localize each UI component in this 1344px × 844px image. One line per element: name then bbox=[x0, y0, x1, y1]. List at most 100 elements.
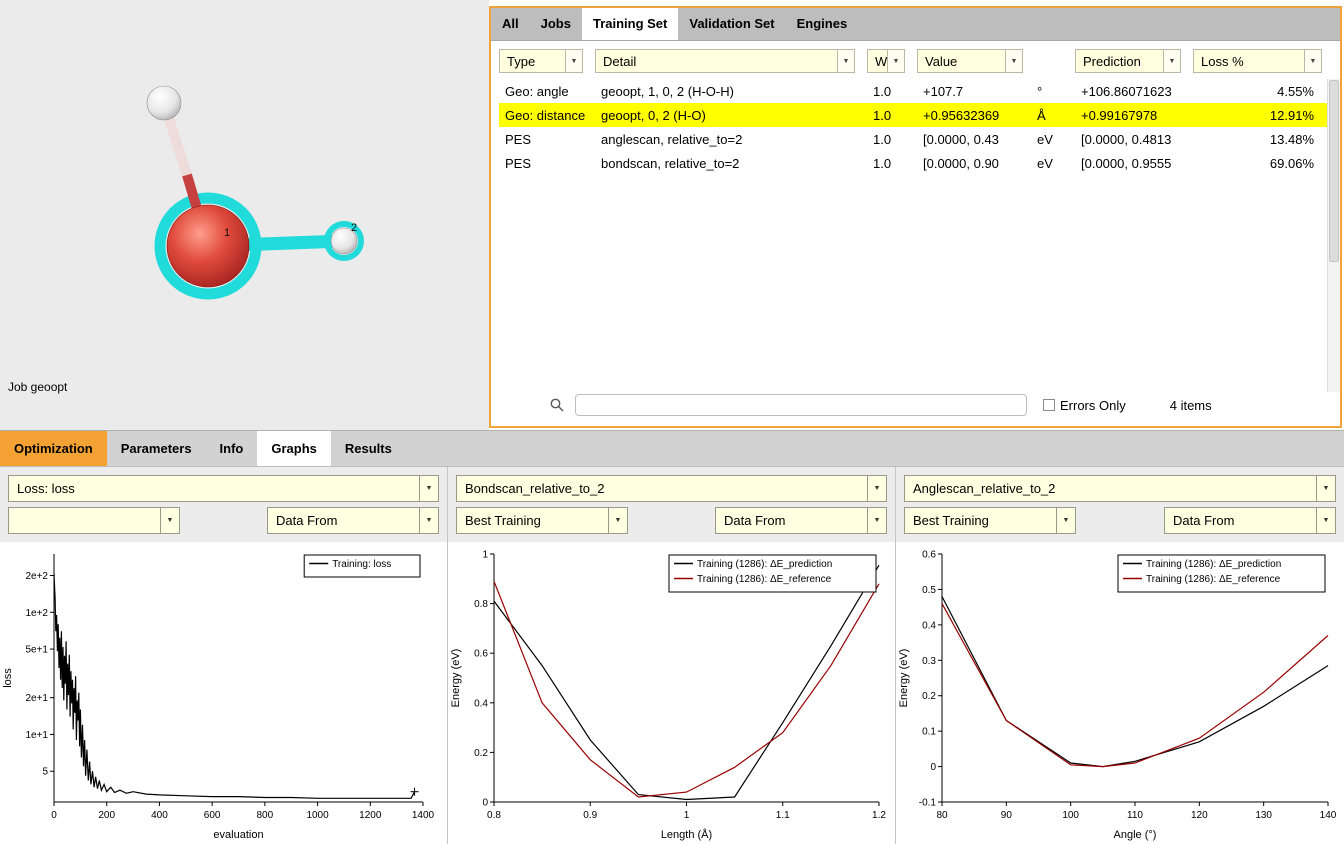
svg-text:1400: 1400 bbox=[412, 810, 435, 821]
svg-text:Training: loss: Training: loss bbox=[332, 559, 391, 570]
svg-text:140: 140 bbox=[1320, 810, 1337, 821]
tab-parameters[interactable]: Parameters bbox=[107, 431, 206, 466]
errors-only-checkbox[interactable] bbox=[1043, 399, 1055, 411]
errors-only-label: Errors Only bbox=[1060, 398, 1126, 413]
tab-jobs[interactable]: Jobs bbox=[530, 8, 582, 40]
svg-text:1: 1 bbox=[684, 810, 690, 821]
column-header-type[interactable]: Type ▼ bbox=[499, 49, 583, 73]
anglescan-chart[interactable]: 8090100110120130140-0.100.10.20.30.40.50… bbox=[896, 542, 1344, 844]
search-input[interactable] bbox=[575, 394, 1027, 416]
chevron-down-icon[interactable]: ▼ bbox=[608, 508, 627, 533]
bondscan-data-from-select[interactable]: Data From ▼ bbox=[715, 507, 887, 534]
bondscan-graph-select[interactable]: Bondscan_relative_to_2 ▼ bbox=[456, 475, 887, 502]
tab-training-set[interactable]: Training Set bbox=[582, 8, 678, 40]
top-region: 1 2 Job geoopt All Jobs Training Set Val… bbox=[0, 0, 1344, 430]
loss-graph-select[interactable]: Loss: loss ▼ bbox=[8, 475, 439, 502]
svg-text:800: 800 bbox=[257, 810, 274, 821]
tab-validation-set[interactable]: Validation Set bbox=[678, 8, 785, 40]
svg-text:1000: 1000 bbox=[306, 810, 329, 821]
column-header-unit-spacer bbox=[1035, 49, 1075, 73]
value-filter-arrow-icon[interactable]: ▼ bbox=[1005, 50, 1022, 72]
chevron-down-icon[interactable]: ▼ bbox=[867, 508, 886, 533]
tab-info[interactable]: Info bbox=[206, 431, 258, 466]
molecule-canvas[interactable]: 1 2 bbox=[0, 0, 489, 430]
table-scrollbar[interactable] bbox=[1327, 79, 1340, 392]
bondscan-chart[interactable]: 0.80.911.11.200.20.40.60.81Length (Å)Ene… bbox=[448, 542, 895, 844]
graph-panel-anglescan: Anglescan_relative_to_2 ▼ Best Training … bbox=[896, 467, 1344, 844]
svg-text:0.1: 0.1 bbox=[922, 727, 936, 738]
anglescan-data-from-select[interactable]: Data From ▼ bbox=[1164, 507, 1336, 534]
viewer-status-label: Job geoopt bbox=[8, 380, 67, 394]
type-filter-arrow-icon[interactable]: ▼ bbox=[565, 50, 582, 72]
w-filter-arrow-icon[interactable]: ▼ bbox=[887, 50, 904, 72]
column-header-prediction[interactable]: Prediction ▼ bbox=[1075, 49, 1181, 73]
anglescan-graph-select[interactable]: Anglescan_relative_to_2 ▼ bbox=[904, 475, 1336, 502]
svg-text:Energy (eV): Energy (eV) bbox=[898, 649, 910, 708]
svg-text:0.8: 0.8 bbox=[474, 599, 488, 610]
chevron-down-icon[interactable]: ▼ bbox=[1316, 508, 1335, 533]
svg-text:2e+2: 2e+2 bbox=[25, 571, 48, 582]
svg-text:0.3: 0.3 bbox=[922, 656, 936, 667]
atom-label-hydrogen-2: 2 bbox=[351, 222, 357, 234]
table-row[interactable]: PES anglescan, relative_to=2 1.0 [0.0000… bbox=[499, 127, 1340, 151]
loss-data-from-select[interactable]: Data From ▼ bbox=[267, 507, 439, 534]
loss-chart[interactable]: 020040060080010001200140051e+12e+15e+11e… bbox=[0, 542, 447, 844]
svg-text:Training (1286): ΔE_reference: Training (1286): ΔE_reference bbox=[1146, 574, 1281, 585]
svg-text:110: 110 bbox=[1127, 810, 1143, 821]
svg-text:200: 200 bbox=[98, 810, 115, 821]
svg-text:100: 100 bbox=[1062, 810, 1079, 821]
svg-text:80: 80 bbox=[936, 810, 948, 821]
graph-panel-loss: Loss: loss ▼ ▼ Data From ▼ 0200400600800… bbox=[0, 467, 448, 844]
search-icon bbox=[549, 397, 565, 413]
bottom-region: Optimization Parameters Info Graphs Resu… bbox=[0, 430, 1344, 844]
tab-all[interactable]: All bbox=[491, 8, 530, 40]
chevron-down-icon[interactable]: ▼ bbox=[1056, 508, 1075, 533]
anglescan-filter-select[interactable]: Best Training ▼ bbox=[904, 507, 1076, 534]
svg-text:1e+2: 1e+2 bbox=[25, 608, 48, 619]
column-header-detail[interactable]: Detail ▼ bbox=[595, 49, 855, 73]
molecule-viewer[interactable]: 1 2 Job geoopt bbox=[0, 0, 489, 430]
svg-text:600: 600 bbox=[204, 810, 221, 821]
svg-text:Angle (°): Angle (°) bbox=[1114, 829, 1157, 841]
atom-oxygen[interactable] bbox=[167, 205, 249, 287]
column-header-value[interactable]: Value ▼ bbox=[917, 49, 1023, 73]
table-header-row: Type ▼ Detail ▼ W ▼ Value ▼ Prediction ▼… bbox=[491, 41, 1340, 79]
table-row[interactable]: PES bondscan, relative_to=2 1.0 [0.0000,… bbox=[499, 151, 1340, 175]
svg-text:90: 90 bbox=[1001, 810, 1013, 821]
chevron-down-icon[interactable]: ▼ bbox=[419, 508, 438, 533]
tab-optimization[interactable]: Optimization bbox=[0, 431, 107, 466]
column-header-loss[interactable]: Loss % ▼ bbox=[1193, 49, 1322, 73]
items-count-label: 4 items bbox=[1170, 398, 1212, 413]
svg-text:0: 0 bbox=[482, 798, 488, 809]
table-row[interactable]: Geo: distance geoopt, 0, 2 (H-O) 1.0 +0.… bbox=[499, 103, 1340, 127]
svg-text:0.6: 0.6 bbox=[474, 649, 488, 660]
table-body: Geo: angle geoopt, 1, 0, 2 (H-O-H) 1.0 +… bbox=[491, 79, 1340, 392]
detail-filter-arrow-icon[interactable]: ▼ bbox=[837, 50, 854, 72]
svg-text:0.5: 0.5 bbox=[922, 585, 936, 596]
svg-text:1e+1: 1e+1 bbox=[25, 730, 48, 741]
table-row[interactable]: Geo: angle geoopt, 1, 0, 2 (H-O-H) 1.0 +… bbox=[499, 79, 1340, 103]
svg-text:Training (1286): ΔE_prediction: Training (1286): ΔE_prediction bbox=[1146, 559, 1281, 570]
svg-text:0: 0 bbox=[51, 810, 57, 821]
column-header-w[interactable]: W ▼ bbox=[867, 49, 905, 73]
chevron-down-icon[interactable]: ▼ bbox=[419, 476, 438, 501]
bondscan-filter-select[interactable]: Best Training ▼ bbox=[456, 507, 628, 534]
svg-text:Energy (eV): Energy (eV) bbox=[450, 649, 462, 708]
tab-results[interactable]: Results bbox=[331, 431, 406, 466]
bottom-tab-bar: Optimization Parameters Info Graphs Resu… bbox=[0, 431, 1344, 467]
chevron-down-icon[interactable]: ▼ bbox=[867, 476, 886, 501]
loss-filter-arrow-icon[interactable]: ▼ bbox=[1304, 50, 1321, 72]
atom-hydrogen-1[interactable] bbox=[147, 86, 181, 120]
errors-only-toggle[interactable]: Errors Only bbox=[1043, 398, 1126, 413]
svg-text:2e+1: 2e+1 bbox=[25, 693, 48, 704]
table-scrollbar-thumb[interactable] bbox=[1329, 80, 1339, 262]
chevron-down-icon[interactable]: ▼ bbox=[160, 508, 179, 533]
chevron-down-icon[interactable]: ▼ bbox=[1316, 476, 1335, 501]
svg-text:5: 5 bbox=[42, 767, 48, 778]
svg-text:evaluation: evaluation bbox=[213, 829, 263, 841]
tab-graphs[interactable]: Graphs bbox=[257, 431, 331, 466]
loss-filter-select[interactable]: ▼ bbox=[8, 507, 180, 534]
prediction-filter-arrow-icon[interactable]: ▼ bbox=[1163, 50, 1180, 72]
svg-text:1200: 1200 bbox=[359, 810, 382, 821]
tab-engines[interactable]: Engines bbox=[786, 8, 859, 40]
